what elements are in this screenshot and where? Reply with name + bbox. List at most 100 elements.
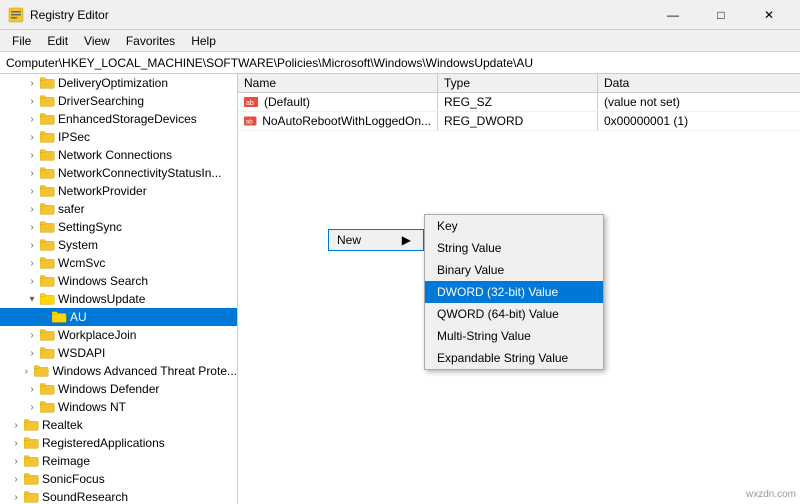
tree-item[interactable]: › IPSec xyxy=(0,128,237,146)
tree-item[interactable]: › System xyxy=(0,236,237,254)
tree-item[interactable]: › Windows Search xyxy=(0,272,237,290)
tree-item[interactable]: › SoundResearch xyxy=(0,488,237,504)
folder-icon xyxy=(40,382,56,396)
tree-item[interactable]: › WSDAPI xyxy=(0,344,237,362)
tree-label: RegisteredApplications xyxy=(42,436,165,450)
folder-icon xyxy=(24,418,40,432)
tree-label: Windows Advanced Threat Prote... xyxy=(52,364,237,378)
value-name: NoAutoRebootWithLoggedOn... xyxy=(262,114,431,128)
tree-label: SonicFocus xyxy=(42,472,105,486)
registry-tree[interactable]: › DeliveryOptimization› DriverSearching›… xyxy=(0,74,238,504)
window-controls: — □ ✕ xyxy=(650,5,792,25)
maximize-button[interactable]: □ xyxy=(698,5,744,25)
submenu-item[interactable]: QWORD (64-bit) Value xyxy=(425,303,603,325)
column-name: Name xyxy=(238,74,438,92)
tree-label: WindowsUpdate xyxy=(58,292,145,306)
value-name-cell: ab (Default) xyxy=(238,93,438,111)
new-label: New xyxy=(337,233,361,247)
tree-collapse-arrow: › xyxy=(24,384,40,395)
menu-file[interactable]: File xyxy=(4,32,39,50)
tree-item[interactable]: › Windows Advanced Threat Prote... xyxy=(0,362,237,380)
folder-icon xyxy=(24,490,40,504)
folder-icon xyxy=(52,310,68,324)
tree-item[interactable]: › Realtek xyxy=(0,416,237,434)
folder-icon xyxy=(40,76,56,90)
tree-label: Network Connections xyxy=(58,148,172,162)
menu-favorites[interactable]: Favorites xyxy=(118,32,183,50)
tree-collapse-arrow: › xyxy=(24,114,40,125)
svg-text:ab: ab xyxy=(246,100,254,107)
context-new-button[interactable]: New ▶ xyxy=(328,229,424,251)
value-name-cell: ab NoAutoRebootWithLoggedOn... xyxy=(238,112,438,130)
table-row[interactable]: ab NoAutoRebootWithLoggedOn... REG_DWORD… xyxy=(238,112,800,131)
tree-item[interactable]: › Windows Defender xyxy=(0,380,237,398)
folder-icon xyxy=(40,166,56,180)
tree-item[interactable]: › safer xyxy=(0,200,237,218)
minimize-button[interactable]: — xyxy=(650,5,696,25)
tree-label: EnhancedStorageDevices xyxy=(58,112,197,126)
folder-icon xyxy=(40,130,56,144)
column-type: Type xyxy=(438,74,598,92)
value-data-cell: 0x00000001 (1) xyxy=(598,112,800,130)
tree-collapse-arrow: › xyxy=(8,420,24,431)
menu-help[interactable]: Help xyxy=(183,32,224,50)
submenu-item[interactable]: Binary Value xyxy=(425,259,603,281)
tree-label: WorkplaceJoin xyxy=(58,328,136,342)
tree-label: NetworkProvider xyxy=(58,184,147,198)
value-type-cell: REG_DWORD xyxy=(438,112,598,130)
tree-label: WSDAPI xyxy=(58,346,105,360)
menu-edit[interactable]: Edit xyxy=(39,32,76,50)
tree-item[interactable]: › NetworkConnectivityStatusIn... xyxy=(0,164,237,182)
tree-label: NetworkConnectivityStatusIn... xyxy=(58,166,221,180)
submenu-item[interactable]: Multi-String Value xyxy=(425,325,603,347)
tree-item[interactable]: › EnhancedStorageDevices xyxy=(0,110,237,128)
tree-label: safer xyxy=(58,202,85,216)
menu-view[interactable]: View xyxy=(76,32,118,50)
new-arrow: ▶ xyxy=(402,233,411,247)
tree-item[interactable]: ▾ WindowsUpdate xyxy=(0,290,237,308)
tree-label: Realtek xyxy=(42,418,83,432)
tree-item[interactable]: › Reimage xyxy=(0,452,237,470)
tree-collapse-arrow: › xyxy=(24,78,40,89)
tree-collapse-arrow: › xyxy=(24,276,40,287)
submenu-item[interactable]: String Value xyxy=(425,237,603,259)
close-button[interactable]: ✕ xyxy=(746,5,792,25)
submenu-item[interactable]: DWORD (32-bit) Value xyxy=(425,281,603,303)
submenu-item[interactable]: Expandable String Value xyxy=(425,347,603,369)
folder-icon xyxy=(24,454,40,468)
folder-icon xyxy=(40,292,56,306)
tree-item[interactable]: › DeliveryOptimization xyxy=(0,74,237,92)
tree-item[interactable]: › SettingSync xyxy=(0,218,237,236)
value-type-cell: REG_SZ xyxy=(438,93,598,111)
tree-item[interactable]: › NetworkProvider xyxy=(0,182,237,200)
column-data: Data xyxy=(598,74,800,92)
menu-bar: File Edit View Favorites Help xyxy=(0,30,800,52)
table-row[interactable]: ab (Default) REG_SZ (value not set) xyxy=(238,93,800,112)
dword-icon: ab xyxy=(244,114,258,128)
folder-icon xyxy=(34,364,50,378)
address-path: Computer\HKEY_LOCAL_MACHINE\SOFTWARE\Pol… xyxy=(6,56,533,70)
folder-icon xyxy=(40,220,56,234)
main-content: › DeliveryOptimization› DriverSearching›… xyxy=(0,74,800,504)
submenu-item[interactable]: Key xyxy=(425,215,603,237)
tree-collapse-arrow: › xyxy=(24,186,40,197)
tree-collapse-arrow: › xyxy=(24,96,40,107)
tree-label: SoundResearch xyxy=(42,490,128,504)
tree-item[interactable]: › WorkplaceJoin xyxy=(0,326,237,344)
folder-icon xyxy=(40,148,56,162)
tree-item[interactable]: › RegisteredApplications xyxy=(0,434,237,452)
tree-item[interactable]: › Network Connections xyxy=(0,146,237,164)
tree-item[interactable]: › DriverSearching xyxy=(0,92,237,110)
tree-collapse-arrow: › xyxy=(8,456,24,467)
tree-item[interactable]: › WcmSvc xyxy=(0,254,237,272)
folder-icon xyxy=(24,436,40,450)
folder-icon xyxy=(40,346,56,360)
tree-item[interactable]: › AU xyxy=(0,308,237,326)
tree-collapse-arrow: › xyxy=(36,312,52,323)
tree-item[interactable]: › SonicFocus xyxy=(0,470,237,488)
tree-collapse-arrow: › xyxy=(24,330,40,341)
tree-label: DriverSearching xyxy=(58,94,144,108)
context-submenu[interactable]: KeyString ValueBinary ValueDWORD (32-bit… xyxy=(424,214,604,370)
tree-item[interactable]: › Windows NT xyxy=(0,398,237,416)
tree-label: DeliveryOptimization xyxy=(58,76,168,90)
